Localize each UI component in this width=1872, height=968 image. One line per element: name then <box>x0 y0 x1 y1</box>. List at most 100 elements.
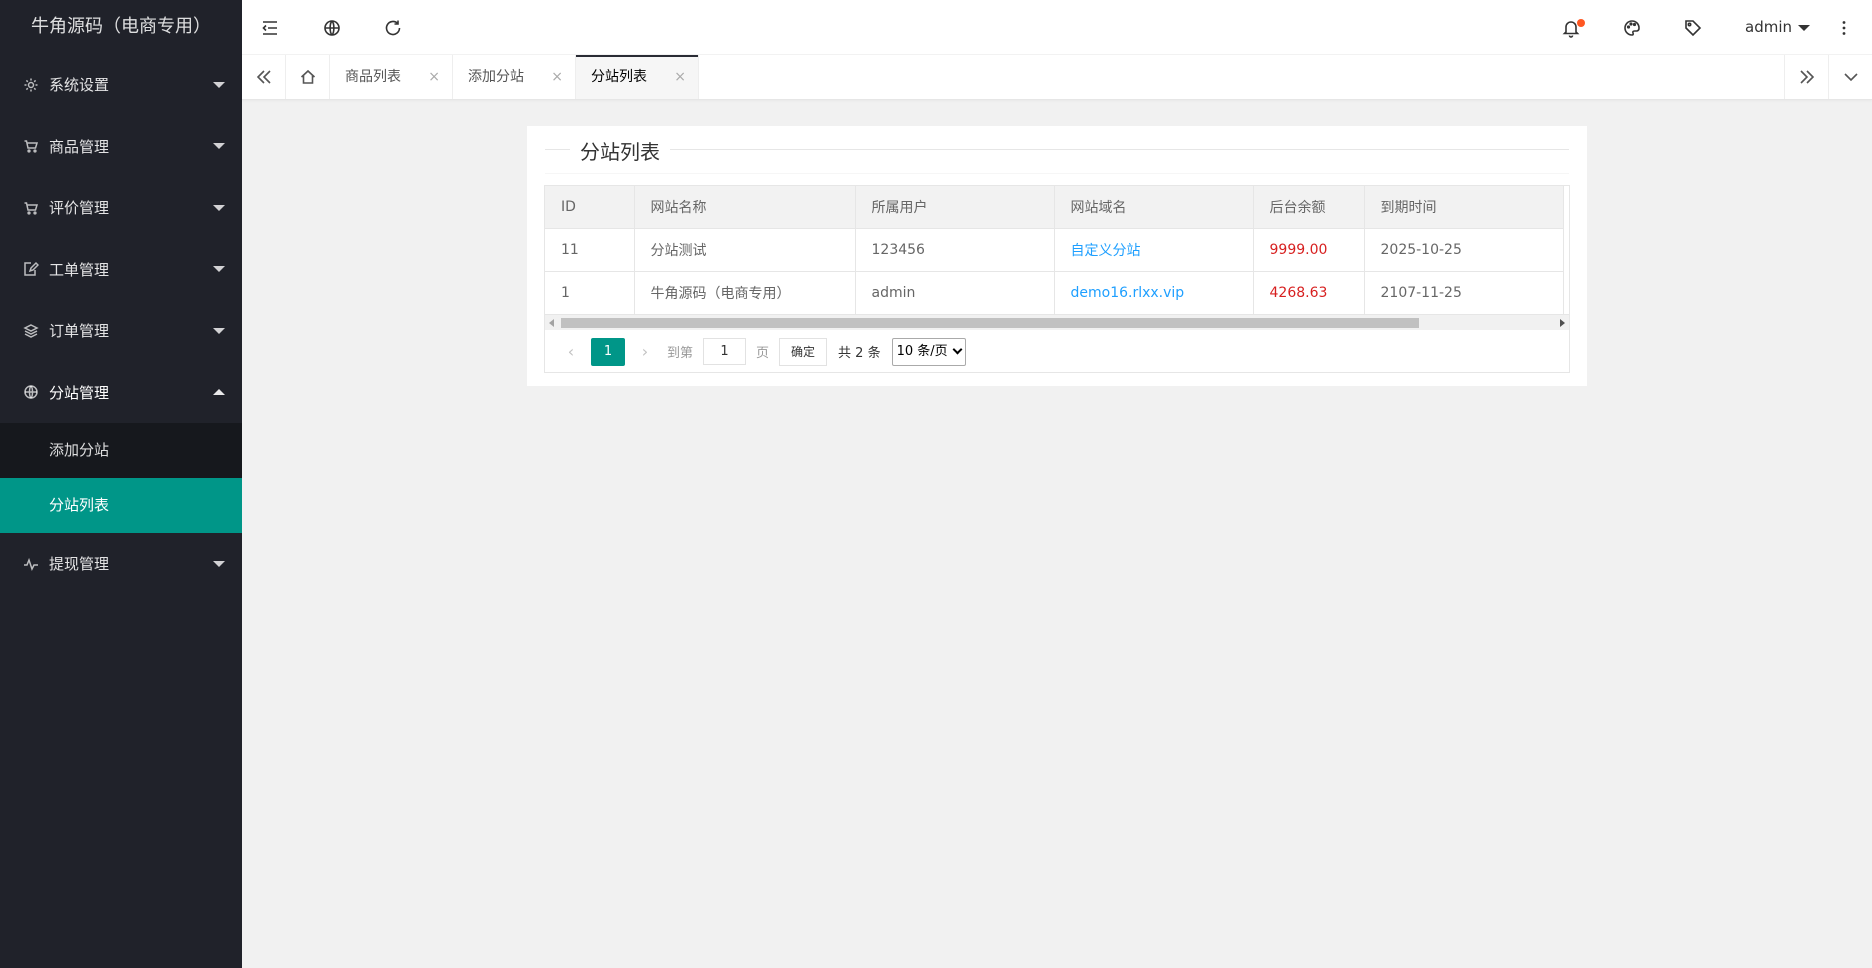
home-icon[interactable] <box>286 55 330 99</box>
sidebar-item-reviews[interactable]: 评价管理 <box>0 177 242 239</box>
edit-icon <box>22 260 40 278</box>
current-page-button[interactable]: 1 <box>591 337 625 366</box>
sidebar-item-label: 提现管理 <box>49 555 110 574</box>
page-title: 分站列表 <box>570 136 670 165</box>
table-row[interactable]: 11 分站测试 123456 自定义分站 9999.00 2025-10-25 <box>545 228 1564 272</box>
tab-product-list[interactable]: 商品列表 × <box>330 55 453 99</box>
caret-down-icon <box>213 327 225 334</box>
tab-label: 商品列表 <box>345 69 401 85</box>
top-header: admin <box>242 0 1872 55</box>
sidebar-item-label: 商品管理 <box>49 137 110 156</box>
goto-page-label: 到第 <box>667 346 694 361</box>
column-header-site-name[interactable]: 网站名称 <box>634 186 856 229</box>
app-logo-title[interactable]: 牛角源码（电商专用） <box>0 0 242 54</box>
sidebar-item-label: 分站管理 <box>49 383 110 402</box>
sidebar-item-products[interactable]: 商品管理 <box>0 116 242 178</box>
tabs-menu-chevron-down-icon[interactable] <box>1828 55 1872 99</box>
cart-icon <box>22 199 40 217</box>
column-header-owner[interactable]: 所属用户 <box>855 186 1055 229</box>
scroll-right-arrow-icon[interactable] <box>1560 319 1565 327</box>
caret-down-icon <box>213 560 225 567</box>
user-name: admin <box>1745 18 1792 36</box>
scroll-left-arrow-icon[interactable] <box>549 319 554 327</box>
layers-icon <box>22 322 40 340</box>
tab-label: 分站列表 <box>591 69 647 85</box>
tab-substation-list[interactable]: 分站列表 × <box>576 55 699 99</box>
cart-icon <box>22 137 40 155</box>
column-header-id[interactable]: ID <box>545 186 635 229</box>
caret-down-icon <box>213 204 225 211</box>
column-header-expiry[interactable]: 到期时间 <box>1364 186 1564 229</box>
pagination: ‹ 1 › 到第 1 页 确定 共 2 条 10 条/页 <box>545 330 1569 373</box>
cell-domain-link[interactable]: demo16.rlxx.vip <box>1054 271 1254 315</box>
refresh-icon[interactable] <box>371 0 415 55</box>
card-legend: 分站列表 <box>545 126 1569 174</box>
page-tabs-bar: 商品列表 × 添加分站 × 分站列表 × <box>242 55 1872 100</box>
caret-down-icon <box>213 266 225 273</box>
sidebar-item-label: 订单管理 <box>49 322 110 341</box>
sidebar-item-withdrawals[interactable]: 提现管理 <box>0 533 242 595</box>
cell-site-name: 牛角源码（电商专用） <box>634 271 856 315</box>
prev-page-icon[interactable]: ‹ <box>559 342 583 361</box>
sidebar-item-label: 工单管理 <box>49 260 110 279</box>
gear-icon <box>22 76 40 94</box>
cell-balance: 4268.63 <box>1253 271 1365 315</box>
cell-domain-link[interactable]: 自定义分站 <box>1054 228 1254 272</box>
total-count: 共 2 条 <box>838 346 881 361</box>
globe-icon[interactable] <box>310 0 354 55</box>
caret-down-icon <box>213 81 225 88</box>
cell-id: 11 <box>545 228 635 272</box>
column-header-domain[interactable]: 网站域名 <box>1054 186 1254 229</box>
content-card: 分站列表 ID 网站名称 所属用户 网站域名 后台余额 到期时间 11 分站测试… <box>527 126 1587 386</box>
caret-down-icon <box>1798 24 1810 31</box>
goto-page-input[interactable]: 1 <box>703 338 747 365</box>
page-size-value: 10 条/页 <box>896 343 948 359</box>
sidebar-subitem-substation-list[interactable]: 分站列表 <box>0 478 242 533</box>
cell-expiry: 2025-10-25 <box>1364 228 1564 272</box>
table-header-row: ID 网站名称 所属用户 网站域名 后台余额 到期时间 <box>545 186 1564 229</box>
bell-icon[interactable] <box>1549 0 1593 55</box>
table-row[interactable]: 1 牛角源码（电商专用） admin demo16.rlxx.vip 4268.… <box>545 271 1564 315</box>
column-header-balance[interactable]: 后台余额 <box>1253 186 1365 229</box>
caret-up-icon <box>213 389 225 396</box>
next-page-icon[interactable]: › <box>633 342 657 361</box>
tabs-scroll-left-icon[interactable] <box>242 55 286 99</box>
close-icon[interactable]: × <box>428 55 440 99</box>
tag-icon[interactable] <box>1671 0 1715 55</box>
sidebar-item-tickets[interactable]: 工单管理 <box>0 239 242 301</box>
tabs-scroll-right-icon[interactable] <box>1784 55 1828 99</box>
page-size-select[interactable]: 10 条/页 <box>891 337 966 366</box>
sidebar-item-orders[interactable]: 订单管理 <box>0 300 242 362</box>
legend-divider <box>545 149 1569 150</box>
caret-down-icon <box>213 143 225 150</box>
cell-owner: admin <box>855 271 1055 315</box>
sidebar-item-label: 评价管理 <box>49 199 110 218</box>
sidebar-submenu: 添加分站 分站列表 <box>0 423 242 533</box>
globe-icon <box>22 383 40 401</box>
close-icon[interactable]: × <box>674 55 686 99</box>
chevron-down-icon <box>952 344 963 355</box>
tab-add-substation[interactable]: 添加分站 × <box>453 55 576 99</box>
cell-site-name: 分站测试 <box>634 228 856 272</box>
user-menu[interactable]: admin <box>1745 0 1810 55</box>
tab-label: 添加分站 <box>468 69 524 85</box>
sidebar-item-label: 系统设置 <box>49 76 110 95</box>
theme-palette-icon[interactable] <box>1610 0 1654 55</box>
pulse-icon <box>22 555 40 573</box>
horizontal-scrollbar[interactable] <box>545 314 1569 330</box>
menu-collapse-icon[interactable] <box>248 0 292 55</box>
sidebar-subitem-add-substation[interactable]: 添加分站 <box>0 423 242 478</box>
cell-id: 1 <box>545 271 635 315</box>
sidebar-item-substations[interactable]: 分站管理 <box>0 362 242 424</box>
page-unit-label: 页 <box>756 346 770 361</box>
close-icon[interactable]: × <box>551 55 563 99</box>
scrollbar-thumb[interactable] <box>561 318 1419 328</box>
more-vertical-icon[interactable] <box>1822 0 1866 55</box>
data-table: ID 网站名称 所属用户 网站域名 后台余额 到期时间 11 分站测试 1234… <box>544 185 1570 373</box>
notification-dot <box>1577 19 1585 27</box>
confirm-page-button[interactable]: 确定 <box>779 337 828 366</box>
cell-balance: 9999.00 <box>1253 228 1365 272</box>
cell-expiry: 2107-11-25 <box>1364 271 1564 315</box>
sidebar-item-system-settings[interactable]: 系统设置 <box>0 54 242 116</box>
cell-owner: 123456 <box>855 228 1055 272</box>
